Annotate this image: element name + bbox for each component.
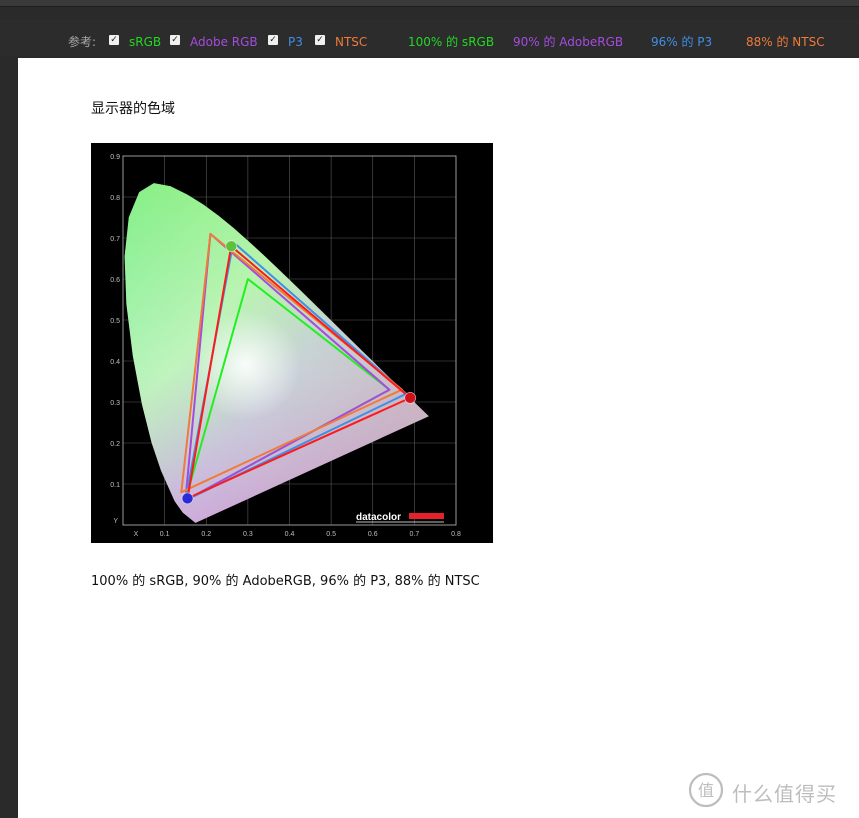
left-margin bbox=[0, 58, 18, 818]
y-tick-label: 0.1 bbox=[110, 482, 120, 489]
watermark: 值 什么值得买 bbox=[688, 770, 848, 810]
y-tick-label: 0.2 bbox=[110, 441, 120, 448]
x-tick-label: 0.4 bbox=[285, 531, 295, 538]
ntsc-checkbox-label[interactable]: NTSC bbox=[335, 34, 367, 50]
x-tick-label: 0.3 bbox=[243, 531, 253, 538]
primary-point bbox=[225, 240, 238, 253]
primary-point bbox=[404, 391, 417, 404]
reference-label: 参考: bbox=[68, 35, 97, 49]
y-tick-label: 0.6 bbox=[110, 277, 120, 284]
y-tick-label: 0.4 bbox=[110, 359, 120, 366]
datacolor-logo: datacolor bbox=[356, 512, 401, 523]
x-tick-label: 0.7 bbox=[410, 531, 420, 538]
reference-toolbar: 参考: ✓ sRGB ✓ Adobe RGB ✓ P3 ✓ NTSC 100% … bbox=[0, 20, 859, 56]
ntsc-coverage: 88% 的 NTSC bbox=[746, 35, 825, 49]
window-top-strip bbox=[0, 0, 859, 7]
svg-text:值: 值 bbox=[698, 781, 714, 800]
section-heading: 显示器的色域 bbox=[91, 101, 175, 117]
p3-checkbox[interactable]: ✓ bbox=[268, 35, 278, 45]
p3-checkbox-label[interactable]: P3 bbox=[288, 34, 303, 50]
y-axis-label: Y bbox=[113, 518, 118, 525]
gamut-caption: 100% 的 sRGB, 90% 的 AdobeRGB, 96% 的 P3, 8… bbox=[91, 574, 480, 589]
x-tick-label: 0.8 bbox=[451, 531, 461, 538]
adobe-rgb-checkbox-label[interactable]: Adobe RGB bbox=[190, 34, 258, 50]
x-axis-label: X bbox=[134, 531, 139, 538]
srgb-coverage: 100% 的 sRGB bbox=[408, 35, 495, 49]
x-tick-label: 0.5 bbox=[326, 531, 336, 538]
adobe-rgb-coverage: 90% 的 AdobeRGB bbox=[513, 35, 624, 49]
x-tick-label: 0.2 bbox=[201, 531, 211, 538]
datacolor-logo-bar bbox=[409, 513, 444, 519]
y-tick-label: 0.8 bbox=[110, 195, 120, 202]
y-tick-label: 0.9 bbox=[110, 154, 120, 161]
y-tick-label: 0.3 bbox=[110, 400, 120, 407]
adobe-rgb-checkbox[interactable]: ✓ bbox=[170, 35, 180, 45]
watermark-logo-icon: 值 bbox=[688, 772, 724, 808]
y-tick-label: 0.7 bbox=[110, 236, 120, 243]
content-page: 显示器的色域 X 0.1 0.2 0.3 0.4 0.5 0.6 0.7 0.8… bbox=[18, 58, 859, 818]
p3-coverage: 96% 的 P3 bbox=[651, 35, 713, 49]
watermark-text: 什么值得买 bbox=[732, 782, 837, 806]
x-tick-label: 0.1 bbox=[160, 531, 170, 538]
ntsc-checkbox[interactable]: ✓ bbox=[315, 35, 325, 45]
x-tick-label: 0.6 bbox=[368, 531, 378, 538]
primary-point bbox=[181, 492, 194, 505]
y-tick-label: 0.5 bbox=[110, 318, 120, 325]
gamut-chart-svg: X 0.1 0.2 0.3 0.4 0.5 0.6 0.7 0.8 Y 0.1 0.2 0.3 0.4 0.… bbox=[110, 154, 461, 538]
color-gamut-chart: X 0.1 0.2 0.3 0.4 0.5 0.6 0.7 0.8 Y 0.1 0.2 0.3 0.4 0.… bbox=[91, 143, 493, 543]
white-point-glow bbox=[191, 310, 301, 420]
srgb-checkbox[interactable]: ✓ bbox=[109, 35, 119, 45]
srgb-checkbox-label[interactable]: sRGB bbox=[129, 34, 161, 50]
